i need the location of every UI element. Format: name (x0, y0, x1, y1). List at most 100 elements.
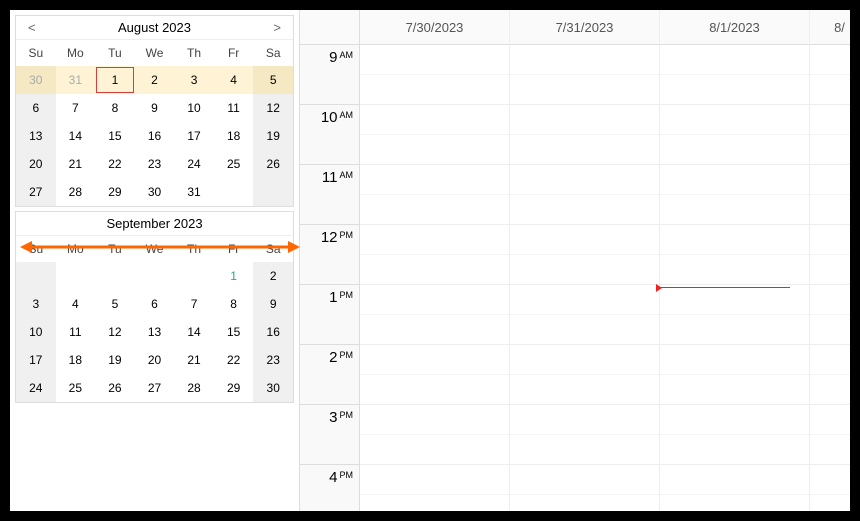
time-slot[interactable] (810, 375, 850, 405)
calendar-day[interactable]: 13 (135, 318, 175, 346)
time-slot[interactable] (510, 135, 659, 165)
calendar-day[interactable]: 4 (214, 66, 254, 94)
calendar-day[interactable]: 15 (95, 122, 135, 150)
calendar-day[interactable]: 29 (214, 374, 254, 402)
calendar-day[interactable]: 31 (174, 178, 214, 206)
time-slot[interactable] (810, 165, 850, 195)
date-header[interactable]: 7/31/2023 (510, 10, 659, 45)
time-slot[interactable] (810, 45, 850, 75)
time-slot[interactable] (810, 195, 850, 225)
calendar-day[interactable]: 17 (174, 122, 214, 150)
time-slot[interactable] (810, 135, 850, 165)
date-header[interactable]: 8/1/2023 (660, 10, 809, 45)
calendar-day[interactable]: 26 (253, 150, 293, 178)
time-slot[interactable] (510, 375, 659, 405)
calendar-day[interactable] (253, 178, 293, 206)
calendar-day[interactable] (174, 262, 214, 290)
time-slot[interactable] (660, 315, 809, 345)
calendar-day[interactable]: 9 (253, 290, 293, 318)
time-slot[interactable] (810, 255, 850, 285)
time-slot[interactable] (660, 225, 809, 255)
calendar-day[interactable]: 19 (253, 122, 293, 150)
time-slot[interactable] (360, 165, 509, 195)
calendar-day[interactable]: 3 (174, 66, 214, 94)
calendar-day[interactable] (56, 262, 96, 290)
calendar-day[interactable]: 21 (56, 150, 96, 178)
calendar-day[interactable]: 25 (56, 374, 96, 402)
time-slot[interactable] (810, 345, 850, 375)
time-slot[interactable] (510, 495, 659, 511)
time-slot[interactable] (510, 45, 659, 75)
calendar-day[interactable]: 16 (135, 122, 175, 150)
calendar-day[interactable]: 28 (174, 374, 214, 402)
calendar-day[interactable]: 25 (214, 150, 254, 178)
calendar-day[interactable]: 21 (174, 346, 214, 374)
calendar-day[interactable]: 16 (253, 318, 293, 346)
time-slot[interactable] (510, 285, 659, 315)
time-slot[interactable] (810, 75, 850, 105)
time-slot[interactable] (660, 135, 809, 165)
calendar-day[interactable]: 28 (56, 178, 96, 206)
calendar-day[interactable]: 5 (95, 290, 135, 318)
time-slot[interactable] (660, 435, 809, 465)
time-slot[interactable] (810, 495, 850, 511)
time-slot[interactable] (360, 135, 509, 165)
calendar-day[interactable]: 2 (253, 262, 293, 290)
time-slot[interactable] (660, 285, 809, 315)
time-slot[interactable] (810, 465, 850, 495)
time-slot[interactable] (660, 165, 809, 195)
date-header[interactable]: 8/ (810, 10, 850, 45)
calendar-day[interactable]: 18 (214, 122, 254, 150)
time-slot[interactable] (510, 195, 659, 225)
calendar-day[interactable]: 13 (16, 122, 56, 150)
time-slot[interactable] (810, 285, 850, 315)
time-slot[interactable] (810, 315, 850, 345)
time-slot[interactable] (360, 495, 509, 511)
calendar-day[interactable]: 27 (16, 178, 56, 206)
calendar-day[interactable]: 15 (214, 318, 254, 346)
calendar-day[interactable]: 4 (56, 290, 96, 318)
calendar-day[interactable]: 30 (253, 374, 293, 402)
time-slot[interactable] (360, 465, 509, 495)
time-slot[interactable] (810, 435, 850, 465)
prev-month-button[interactable]: < (24, 20, 40, 35)
time-slot[interactable] (510, 465, 659, 495)
time-slot[interactable] (660, 75, 809, 105)
calendar-day[interactable] (16, 262, 56, 290)
calendar-day[interactable]: 23 (253, 346, 293, 374)
next-month-button[interactable]: > (269, 20, 285, 35)
calendar-day[interactable]: 11 (214, 94, 254, 122)
calendar-day[interactable]: 27 (135, 374, 175, 402)
time-slot[interactable] (660, 495, 809, 511)
time-slot[interactable] (360, 45, 509, 75)
time-slot[interactable] (510, 255, 659, 285)
calendar-day[interactable]: 8 (95, 94, 135, 122)
time-slot[interactable] (510, 225, 659, 255)
calendar-day[interactable]: 6 (135, 290, 175, 318)
calendar-day[interactable]: 26 (95, 374, 135, 402)
calendar-day[interactable]: 14 (174, 318, 214, 346)
calendar-day[interactable]: 20 (16, 150, 56, 178)
calendar-day[interactable]: 30 (16, 66, 56, 94)
time-slot[interactable] (510, 75, 659, 105)
calendar-day[interactable]: 1 (214, 262, 254, 290)
calendar-day[interactable]: 2 (135, 66, 175, 94)
time-slot[interactable] (660, 405, 809, 435)
time-slot[interactable] (360, 105, 509, 135)
calendar-day[interactable] (135, 262, 175, 290)
calendar-day[interactable]: 10 (174, 94, 214, 122)
calendar-day[interactable]: 31 (56, 66, 96, 94)
calendar-day[interactable]: 12 (95, 318, 135, 346)
calendar-day[interactable]: 22 (95, 150, 135, 178)
time-slot[interactable] (510, 105, 659, 135)
time-slot[interactable] (660, 255, 809, 285)
calendar-day[interactable]: 19 (95, 346, 135, 374)
time-slot[interactable] (510, 165, 659, 195)
calendar-day[interactable]: 22 (214, 346, 254, 374)
calendar-day[interactable]: 24 (174, 150, 214, 178)
calendar-day[interactable]: 6 (16, 94, 56, 122)
calendar-day[interactable]: 24 (16, 374, 56, 402)
time-slot[interactable] (660, 105, 809, 135)
calendar-day[interactable]: 1 (95, 66, 135, 94)
calendar-day[interactable]: 9 (135, 94, 175, 122)
